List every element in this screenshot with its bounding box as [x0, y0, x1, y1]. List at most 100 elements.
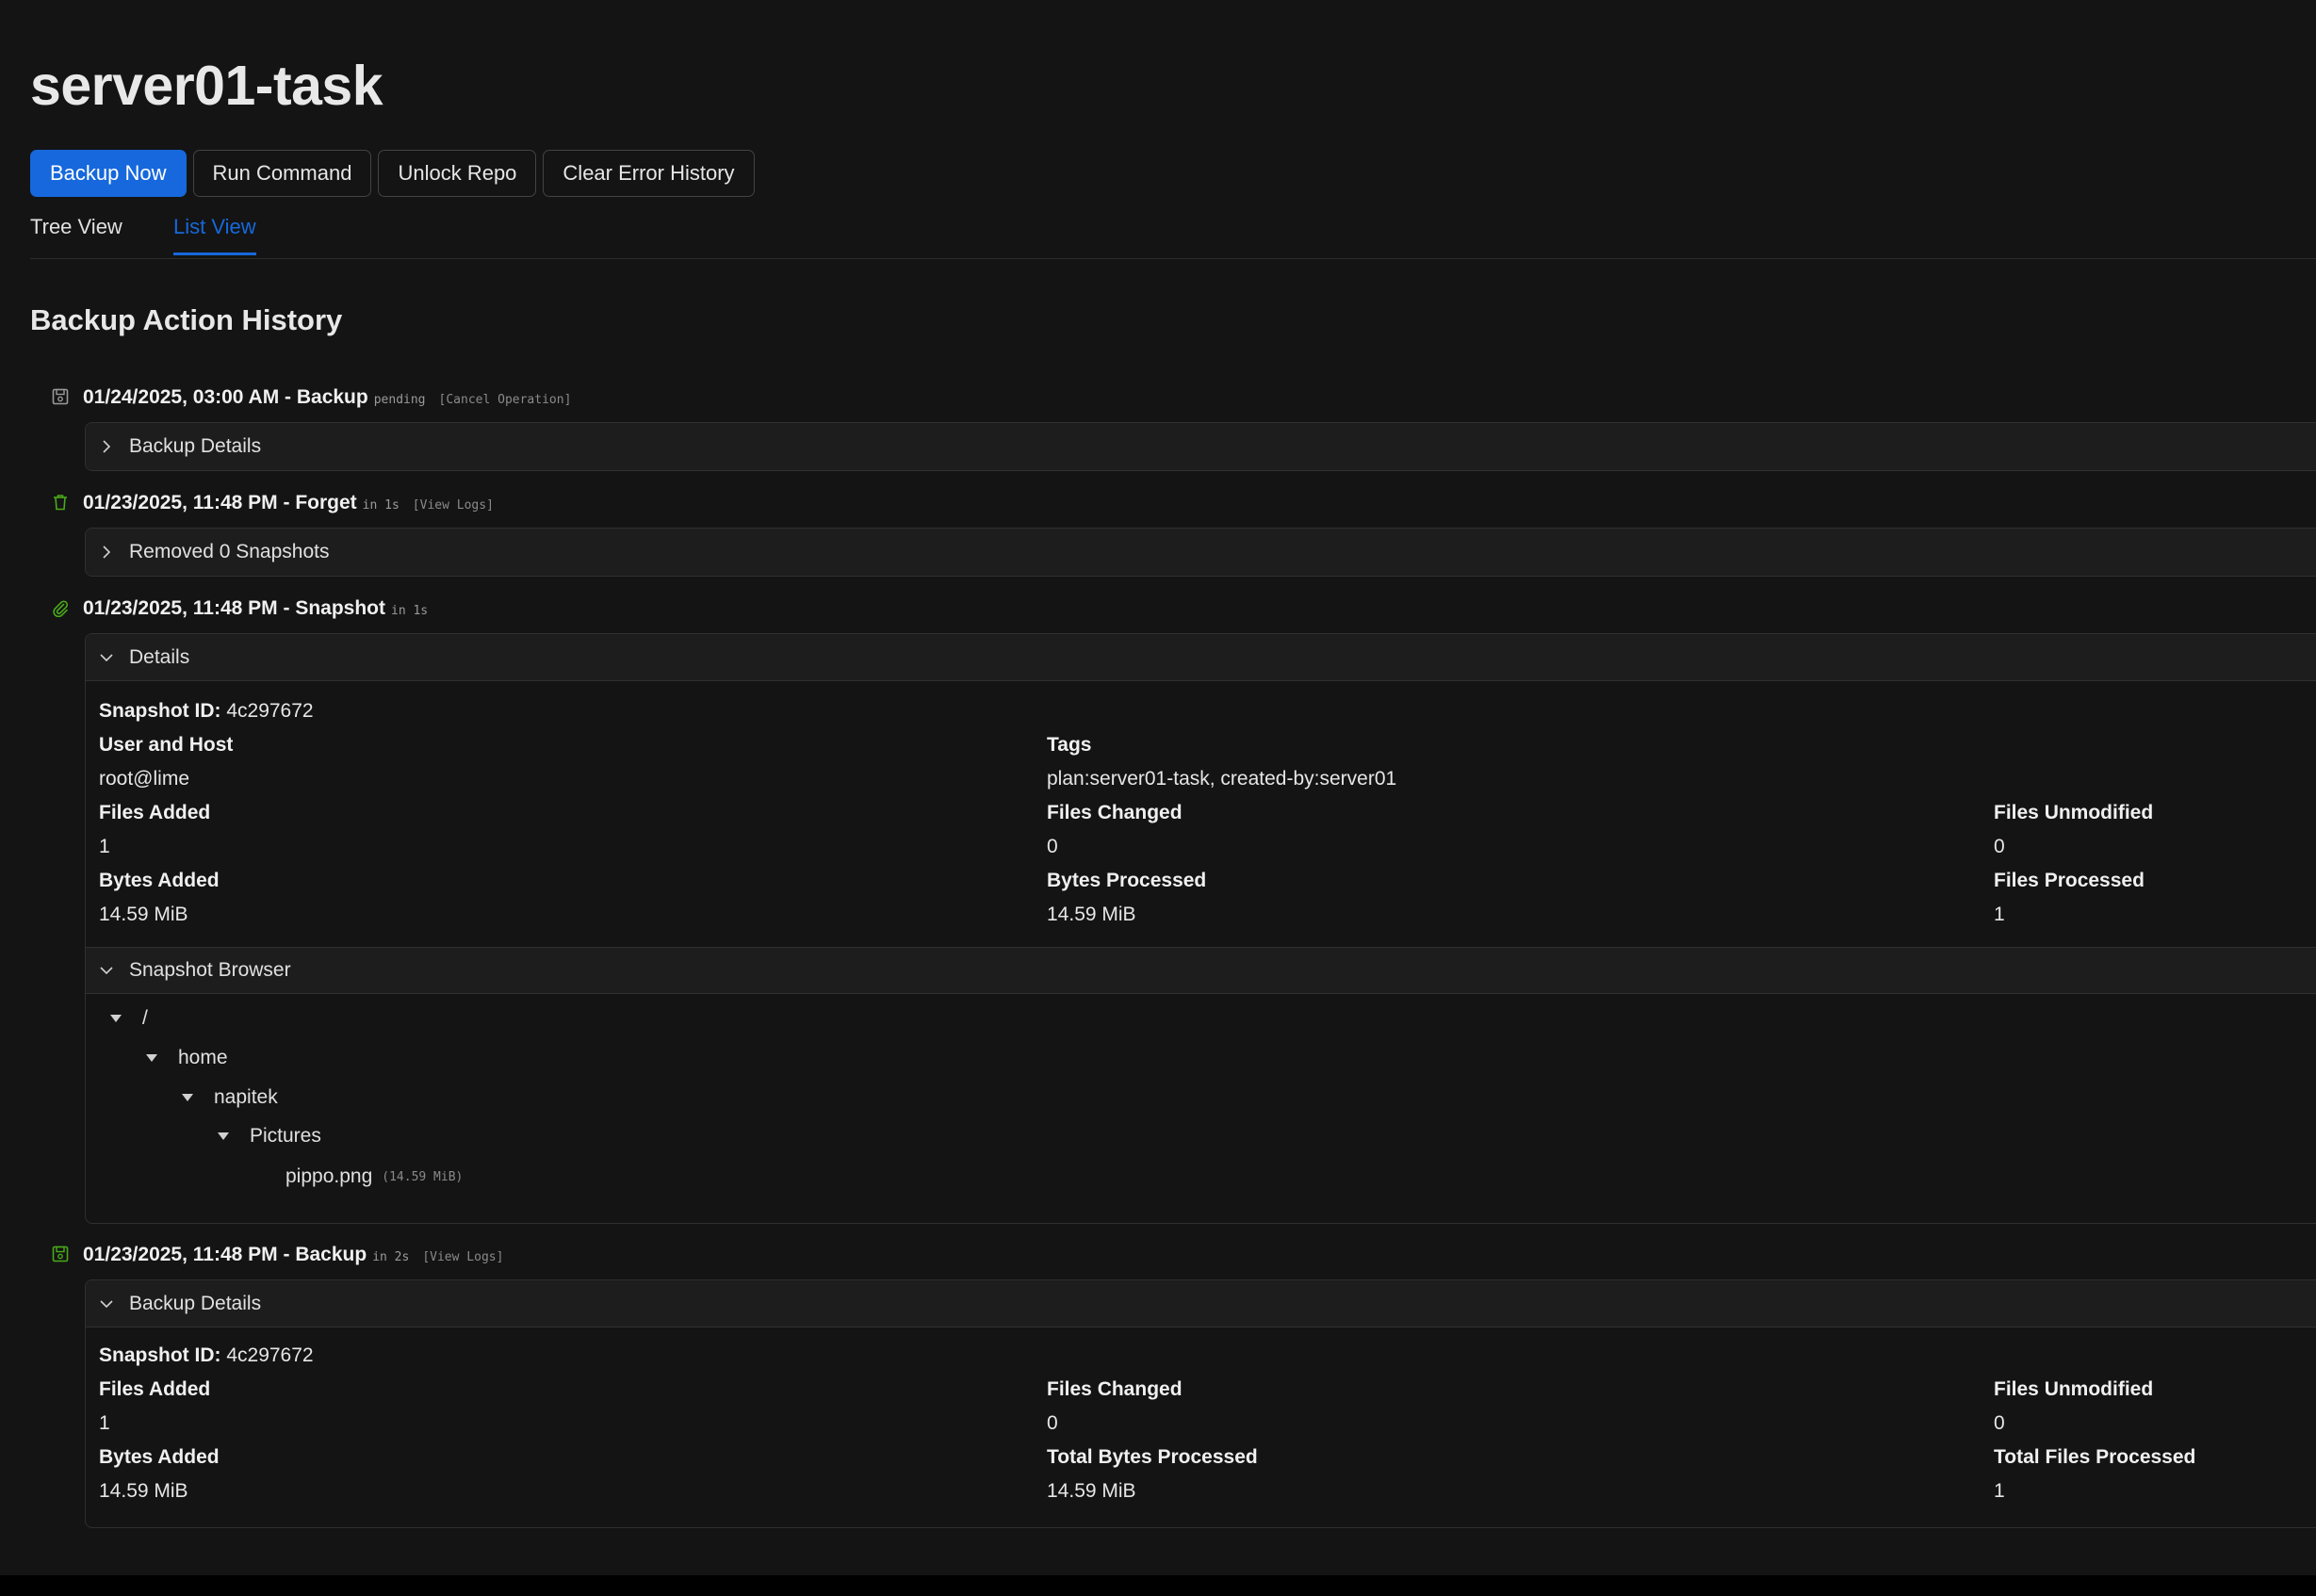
file-size: (14.59 MiB) [382, 1169, 464, 1184]
bytes-added-value: 14.59 MiB [99, 1480, 188, 1502]
total-files-processed-value: 1 [1994, 1480, 2005, 1502]
tags-value: plan:server01-task, created-by:server01 [1047, 768, 1397, 790]
user-host-label: User and Host [99, 734, 234, 756]
entry-title: 01/23/2025, 11:48 PM - Backup [83, 1244, 367, 1265]
details-header[interactable]: Details [86, 634, 2316, 681]
entry-status: in 1s [391, 604, 429, 618]
user-host-value: root@lime [99, 768, 190, 790]
page: server01-task Backup Now Run Command Unl… [0, 0, 2316, 1575]
snapshot-id-row: Snapshot ID: 4c297672 [99, 700, 314, 723]
entry-title: 01/23/2025, 11:48 PM - Forget [83, 492, 357, 513]
view-logs-link[interactable]: [View Logs] [422, 1250, 503, 1264]
chevron-down-icon [100, 1299, 113, 1308]
snapshot-id-value: 4c297672 [226, 1344, 314, 1366]
snapshot-id-label: Snapshot ID: [99, 1344, 221, 1366]
panel-label: Details [129, 645, 190, 668]
tree-node-label: / [142, 1007, 148, 1029]
removed-snapshots-panel: Removed 0 Snapshots [85, 528, 2316, 577]
expand-caret-icon[interactable] [146, 1054, 157, 1062]
unlock-repo-button[interactable]: Unlock Repo [378, 150, 537, 197]
history-entry-header: 01/24/2025, 03:00 AM - Backup pending [C… [51, 384, 571, 409]
tags-label: Tags [1047, 734, 1092, 756]
files-processed-label: Files Processed [1994, 870, 2145, 891]
snapshot-details-panel: Details Snapshot ID: 4c297672 User and H… [85, 633, 2316, 1224]
removed-snapshots-header[interactable]: Removed 0 Snapshots [86, 529, 2316, 576]
files-added-label: Files Added [99, 1378, 211, 1400]
expand-caret-icon[interactable] [110, 1015, 122, 1022]
history-entry-header: 01/23/2025, 11:48 PM - Snapshot in 1s [51, 595, 428, 620]
files-changed-value: 0 [1047, 1412, 1058, 1434]
tree-node-home[interactable]: home [146, 1047, 228, 1069]
snapshot-browser-body: / home napitek Pictures pippo.png (14.59… [86, 994, 2316, 1220]
snapshot-details-body: Snapshot ID: 4c297672 User and Host root… [86, 681, 2316, 947]
files-unmodified-value: 0 [1994, 1412, 2005, 1434]
tree-node-user[interactable]: napitek [182, 1086, 278, 1109]
chevron-right-icon [103, 440, 111, 453]
files-unmodified-label: Files Unmodified [1994, 802, 2154, 823]
snapshot-id-row: Snapshot ID: 4c297672 [99, 1344, 314, 1367]
panel-label: Removed 0 Snapshots [129, 541, 330, 562]
files-added-value: 1 [99, 1412, 110, 1434]
tree-node-file[interactable]: pippo.png (14.59 MiB) [285, 1165, 463, 1188]
files-changed-label: Files Changed [1047, 1378, 1182, 1400]
backup-details-panel: Backup Details [85, 422, 2316, 471]
cancel-operation-link[interactable]: [Cancel Operation] [439, 393, 572, 407]
total-bytes-processed-value: 14.59 MiB [1047, 1480, 1136, 1502]
backup-icon [52, 388, 69, 405]
bytes-added-label: Bytes Added [99, 1446, 220, 1468]
snapshot-id-value: 4c297672 [226, 700, 314, 722]
panel-label: Snapshot Browser [129, 959, 291, 981]
expand-caret-icon[interactable] [182, 1094, 193, 1101]
history-entry-header: 01/23/2025, 11:48 PM - Forget in 1s [Vie… [51, 490, 494, 514]
expand-caret-icon[interactable] [218, 1132, 229, 1140]
tree-node-root[interactable]: / [110, 1007, 148, 1030]
snapshot-id-label: Snapshot ID: [99, 700, 221, 722]
view-tabs: Tree View List View [30, 209, 2316, 259]
tree-node-label: napitek [214, 1086, 278, 1108]
toolbar: Backup Now Run Command Unlock Repo Clear… [30, 150, 755, 197]
total-files-processed-label: Total Files Processed [1994, 1446, 2196, 1468]
files-processed-value: 1 [1994, 904, 2005, 925]
entry-status: pending [373, 393, 426, 407]
clear-error-history-button[interactable]: Clear Error History [543, 150, 755, 197]
total-bytes-processed-label: Total Bytes Processed [1047, 1446, 1258, 1468]
backup-details-panel: Backup Details Snapshot ID: 4c297672 Fil… [85, 1279, 2316, 1528]
tab-list-view[interactable]: List View [173, 215, 256, 255]
bytes-processed-value: 14.59 MiB [1047, 904, 1136, 925]
backup-icon [52, 1246, 69, 1262]
bytes-added-label: Bytes Added [99, 870, 220, 891]
bytes-added-value: 14.59 MiB [99, 904, 188, 925]
trash-icon [54, 495, 67, 511]
chevron-right-icon [103, 546, 111, 559]
panel-label: Backup Details [129, 1292, 262, 1314]
chevron-down-icon [100, 653, 113, 661]
backup-details-header[interactable]: Backup Details [86, 423, 2316, 470]
backup-details-header[interactable]: Backup Details [86, 1280, 2316, 1327]
history-title: Backup Action History [30, 303, 343, 336]
file-name: pippo.png [285, 1165, 373, 1187]
files-changed-value: 0 [1047, 836, 1058, 857]
entry-status: in 2s [372, 1250, 410, 1264]
entry-status: in 1s [362, 498, 400, 513]
tab-tree-view[interactable]: Tree View [30, 215, 122, 252]
backup-details-body: Snapshot ID: 4c297672 Files Added 1 File… [86, 1327, 2316, 1527]
view-logs-link[interactable]: [View Logs] [413, 498, 494, 513]
history-entry-header: 01/23/2025, 11:48 PM - Backup in 2s [Vie… [51, 1242, 503, 1266]
chevron-down-icon [100, 967, 113, 975]
files-added-label: Files Added [99, 802, 211, 823]
bytes-processed-label: Bytes Processed [1047, 870, 1207, 891]
page-title: server01-task [30, 55, 383, 117]
files-changed-label: Files Changed [1047, 802, 1182, 823]
files-unmodified-label: Files Unmodified [1994, 1378, 2154, 1400]
backup-now-button[interactable]: Backup Now [30, 150, 187, 197]
files-unmodified-value: 0 [1994, 836, 2005, 857]
entry-title: 01/24/2025, 03:00 AM - Backup [83, 386, 368, 408]
tree-node-pictures[interactable]: Pictures [218, 1125, 321, 1148]
files-added-value: 1 [99, 836, 110, 857]
snapshot-browser-header[interactable]: Snapshot Browser [86, 947, 2316, 994]
run-command-button[interactable]: Run Command [192, 150, 372, 197]
paperclip-icon [53, 600, 69, 617]
entry-title: 01/23/2025, 11:48 PM - Snapshot [83, 597, 385, 619]
bottom-bar [0, 1575, 2316, 1596]
tree-node-label: home [178, 1047, 228, 1068]
